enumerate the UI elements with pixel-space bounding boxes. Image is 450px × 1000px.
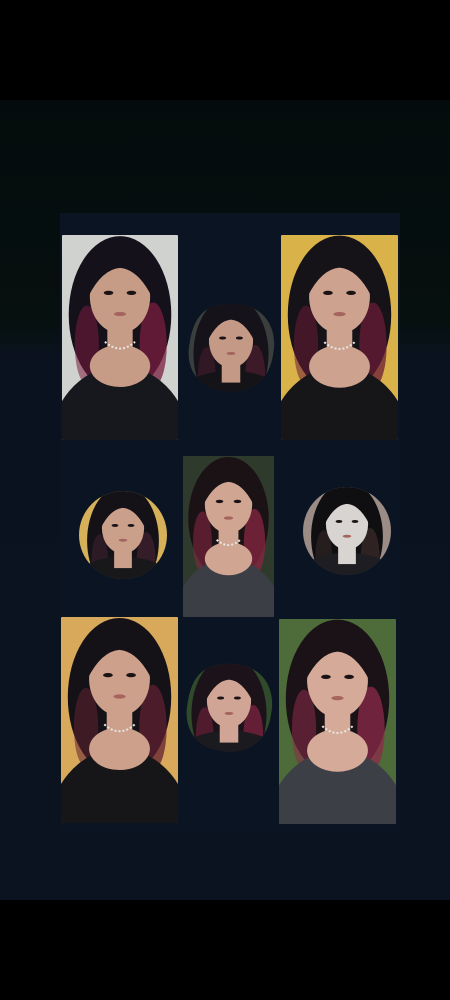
photo-tile-2	[185, 302, 277, 394]
photo-tile-3	[281, 235, 398, 440]
portrait-graphic	[303, 487, 391, 575]
photo-tile-9	[279, 619, 396, 824]
photo-tile-4	[79, 491, 167, 579]
portrait-graphic	[186, 663, 273, 752]
photo-tile-8	[183, 662, 275, 754]
photo-tile-5	[183, 456, 274, 617]
portrait-graphic	[61, 617, 178, 823]
portrait-graphic	[279, 619, 396, 824]
portrait-graphic	[183, 456, 274, 617]
bottom-letterbox	[0, 900, 450, 1000]
top-letterbox	[0, 0, 450, 100]
portrait-graphic	[188, 303, 275, 392]
photo-tile-1	[62, 235, 178, 440]
portrait-graphic	[79, 491, 167, 579]
photo-tile-7	[61, 617, 178, 823]
portrait-graphic	[281, 235, 398, 440]
photo-tile-6	[303, 487, 391, 575]
portrait-graphic	[62, 235, 178, 440]
